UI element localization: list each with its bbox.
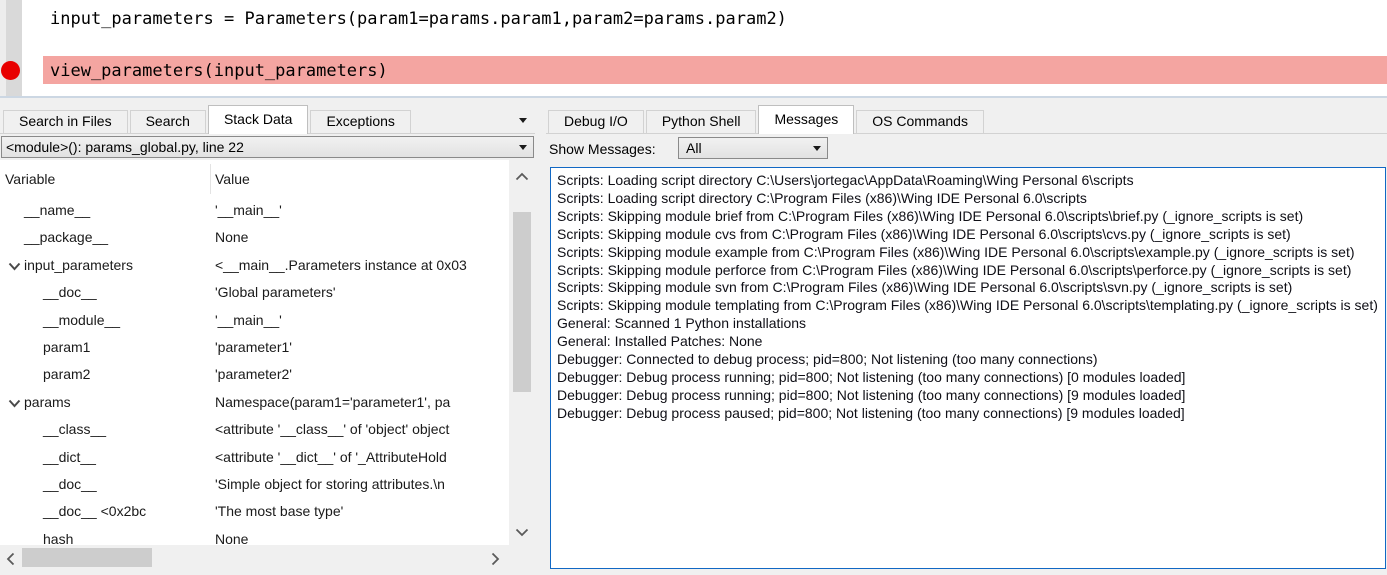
variable-value: 'The most base type' — [215, 503, 509, 519]
code-editor[interactable]: input_parameters = Parameters(param1=par… — [0, 0, 1387, 96]
log-line: Debugger: Debug process paused; pid=800;… — [557, 405, 1379, 423]
variable-value: 'parameter2' — [215, 366, 509, 382]
variable-name: __package__ — [24, 229, 108, 245]
variable-row[interactable]: __doc__ 'Simple object for storing attrib… — [0, 472, 509, 499]
tab-python-shell[interactable]: Python Shell — [646, 110, 757, 133]
variable-row[interactable]: __dict__ <attribute '__dict__' of '_Attri… — [0, 445, 509, 472]
variables-vertical-scrollbar[interactable] — [509, 160, 535, 545]
chevron-down-icon — [519, 118, 527, 123]
variable-value: <__main__.Parameters instance at 0x03 — [215, 257, 509, 273]
log-line: Scripts: Skipping module example from C:… — [557, 244, 1379, 262]
tab-search[interactable]: Search — [130, 110, 206, 133]
log-line: Debugger: Debug process running; pid=800… — [557, 387, 1379, 405]
variables-table: Variable Value __name__ '__main__' __packa… — [0, 160, 509, 545]
message-filter-value: All — [686, 140, 702, 156]
variable-value: '__main__' — [215, 202, 509, 218]
variable-name: __name__ — [24, 202, 90, 218]
column-header-value[interactable]: Value — [215, 171, 250, 187]
tab-overflow-button[interactable] — [519, 110, 533, 122]
variable-row[interactable]: __module__ '__main__' — [0, 308, 509, 335]
variable-value: <attribute '__dict__' of '_AttributeHold — [215, 449, 509, 465]
variable-row[interactable]: __doc__ 'Global parameters' — [0, 280, 509, 307]
variable-name: __doc__ <0x2bc — [43, 503, 146, 519]
show-messages-label: Show Messages: — [549, 141, 656, 157]
variable-row[interactable]: __package__ None — [0, 225, 509, 252]
variable-name: input_parameters — [24, 257, 133, 273]
variable-name: param2 — [43, 366, 90, 382]
tab-debug-i-o[interactable]: Debug I/O — [548, 110, 644, 133]
variable-row[interactable]: param2 'parameter2' — [0, 362, 509, 389]
left-tab-bar: Search in FilesSearchStack DataException… — [0, 104, 535, 134]
log-line: Debugger: Connected to debug process; pi… — [557, 351, 1379, 369]
log-line: General: Scanned 1 Python installations — [557, 315, 1379, 333]
breakpoint-icon[interactable] — [1, 61, 20, 80]
log-line: Scripts: Loading script directory C:\Pro… — [557, 190, 1379, 208]
vertical-scroll-thumb[interactable] — [513, 212, 531, 392]
column-header-variable[interactable]: Variable — [5, 171, 55, 187]
variable-row[interactable]: __name__ '__main__' — [0, 198, 509, 225]
log-line: Scripts: Skipping module cvs from C:\Pro… — [557, 226, 1379, 244]
variable-row[interactable]: __class__ <attribute '__class__' of 'obje… — [0, 417, 509, 444]
log-line: General: Installed Patches: None — [557, 333, 1379, 351]
variable-value: 'parameter1' — [215, 339, 509, 355]
variable-name: __dict__ — [43, 449, 96, 465]
expander-chevron-icon[interactable] — [8, 262, 21, 271]
variable-value: Namespace(param1='parameter1', pa — [215, 394, 509, 410]
variable-value: '__main__' — [215, 312, 509, 328]
tab-exceptions[interactable]: Exceptions — [310, 110, 410, 133]
tab-search-in-files[interactable]: Search in Files — [3, 110, 128, 133]
variable-name: __class__ — [43, 421, 106, 437]
log-line: Scripts: Skipping module perforce from C… — [557, 262, 1379, 280]
variable-value: 'Global parameters' — [215, 284, 509, 300]
variables-table-header: Variable Value — [0, 160, 509, 198]
log-line: Scripts: Skipping module svn from C:\Pro… — [557, 279, 1379, 297]
stack-frame-value: <module>(): params_global.py, line 22 — [6, 139, 244, 155]
stack-frame-selector[interactable]: <module>(): params_global.py, line 22 — [1, 136, 534, 158]
tab-stack-data[interactable]: Stack Data — [208, 105, 308, 134]
wing-ide-window: input_parameters = Parameters(param1=par… — [0, 0, 1387, 575]
variable-name: param1 — [43, 339, 90, 355]
variable-value: 'Simple object for storing attributes.\n — [215, 476, 509, 492]
variable-name: __module__ — [43, 312, 120, 328]
message-filter-dropdown[interactable]: All — [678, 137, 828, 159]
log-line: Scripts: Loading script directory C:\Use… — [557, 172, 1379, 190]
tab-os-commands[interactable]: OS Commands — [856, 110, 984, 133]
log-line: Debugger: Debug process running; pid=800… — [557, 369, 1379, 387]
variable-value: None — [215, 229, 509, 245]
editor-panel-divider[interactable] — [0, 96, 1387, 98]
horizontal-scroll-thumb[interactable] — [22, 548, 152, 567]
column-divider[interactable] — [210, 164, 211, 194]
scroll-down-icon[interactable] — [515, 528, 529, 537]
variable-value: None — [215, 531, 509, 545]
log-line: Scripts: Skipping module templating from… — [557, 297, 1379, 315]
variable-name: __doc__ — [43, 284, 97, 300]
variable-row[interactable]: params Namespace(param1='parameter1', pa — [0, 390, 509, 417]
variable-name: __doc__ — [43, 476, 97, 492]
scroll-up-icon[interactable] — [515, 172, 529, 181]
code-line-1[interactable]: input_parameters = Parameters(param1=par… — [50, 9, 787, 29]
dropdown-arrow-icon — [519, 145, 527, 150]
right-tab-bar: Debug I/OPython ShellMessagesOS Commands — [546, 104, 1387, 134]
code-line-2[interactable]: view_parameters(input_parameters) — [50, 61, 388, 81]
variables-horizontal-scrollbar[interactable] — [0, 545, 509, 570]
dropdown-arrow-icon — [813, 146, 821, 151]
messages-log[interactable]: Scripts: Loading script directory C:\Use… — [550, 167, 1386, 569]
variable-name: hash — [43, 531, 73, 545]
variable-row[interactable]: input_parameters <__main__.Parameters ins… — [0, 253, 509, 280]
tab-messages[interactable]: Messages — [758, 105, 854, 134]
variable-row[interactable]: hash None — [0, 527, 509, 545]
breakpoint-gutter[interactable] — [6, 0, 22, 96]
variable-row[interactable]: param1 'parameter1' — [0, 335, 509, 362]
variable-value: <attribute '__class__' of 'object' objec… — [215, 421, 509, 437]
scroll-right-icon[interactable] — [491, 552, 500, 566]
log-line: Scripts: Skipping module brief from C:\P… — [557, 208, 1379, 226]
variable-name: params — [24, 394, 71, 410]
expander-chevron-icon[interactable] — [8, 399, 21, 408]
scroll-left-icon[interactable] — [6, 552, 15, 566]
variable-row[interactable]: __doc__ <0x2bc 'The most base type' — [0, 499, 509, 526]
